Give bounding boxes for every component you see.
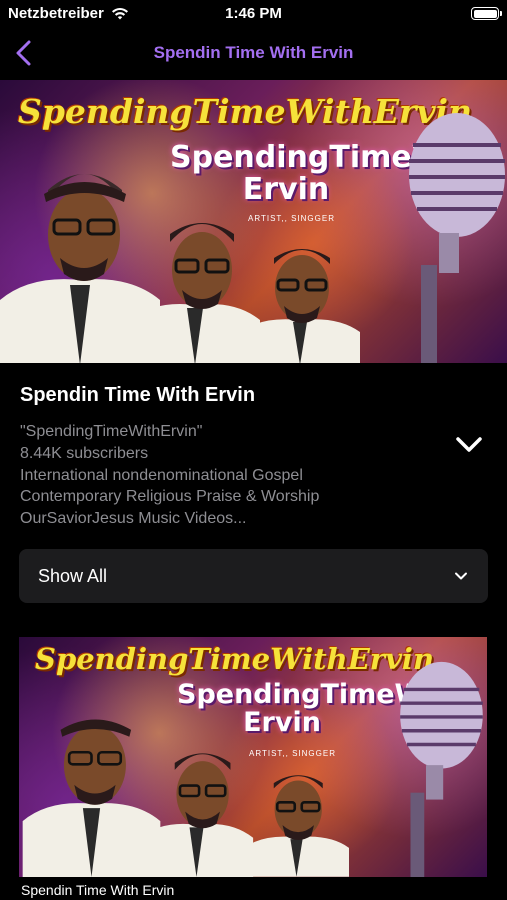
expand-description-button[interactable] [454,432,484,458]
channel-title: Spendin Time With Ervin [20,384,256,406]
chevron-left-icon [16,40,31,66]
banner-subtitle: SpendingTimeWih Ervin [170,140,477,207]
chevron-down-icon [455,572,467,580]
thumbnail-subtitle-line2: Ervin [243,707,321,739]
artist-figure [240,249,360,363]
microphone-illustration [409,113,505,363]
banner-tagline: ARTIST,, SINGGER [248,214,335,223]
navigation-bar: Spendin Time With Ervin [0,30,507,76]
description-line: OurSaviorJesus Music Videos... [20,510,247,528]
clock: 1:46 PM [225,5,282,22]
banner-subtitle-line2: Ervin [242,171,330,207]
back-button[interactable] [10,38,40,68]
banner-subtitle-line1: SpendingTimeWih [170,140,477,175]
show-all-dropdown[interactable]: Show All [19,549,488,603]
thumbnail-headline: SpendingTimeWithErvin [35,642,435,676]
channel-banner: SpendingTimeWithErvin SpendingTimeWih Er… [0,80,507,363]
subscriber-count: 8.44K subscribers [20,444,149,462]
chevron-down-icon [456,437,482,452]
channel-description: "SpendingTimeWithErvin" 8.44K subscriber… [20,421,440,530]
description-line: "SpendingTimeWithErvin" [20,423,203,440]
artist-figure [244,775,349,877]
show-all-label: Show All [38,566,108,586]
video-title[interactable]: Spendin Time With Ervin [21,882,174,898]
thumbnail-subtitle-line1: SpendingTimeWih [177,679,453,710]
thumbnail-subtitle: SpendingTimeWih Ervin [177,679,453,739]
description-line: Contemporary Religious Praise & Worship [20,488,320,506]
video-thumbnail[interactable]: SpendingTimeWithErvin SpendingTimeWih Er… [19,637,487,877]
status-bar: Netzbetreiber 1:46 PM [0,0,507,30]
description-line: International nondenominational Gospel [20,466,303,484]
thumbnail-tagline: ARTIST,, SINGGER [249,749,336,758]
microphone-illustration [400,661,483,877]
battery-icon [471,7,502,20]
page-title: Spendin Time With Ervin [153,43,354,62]
artist-figure [139,753,254,877]
